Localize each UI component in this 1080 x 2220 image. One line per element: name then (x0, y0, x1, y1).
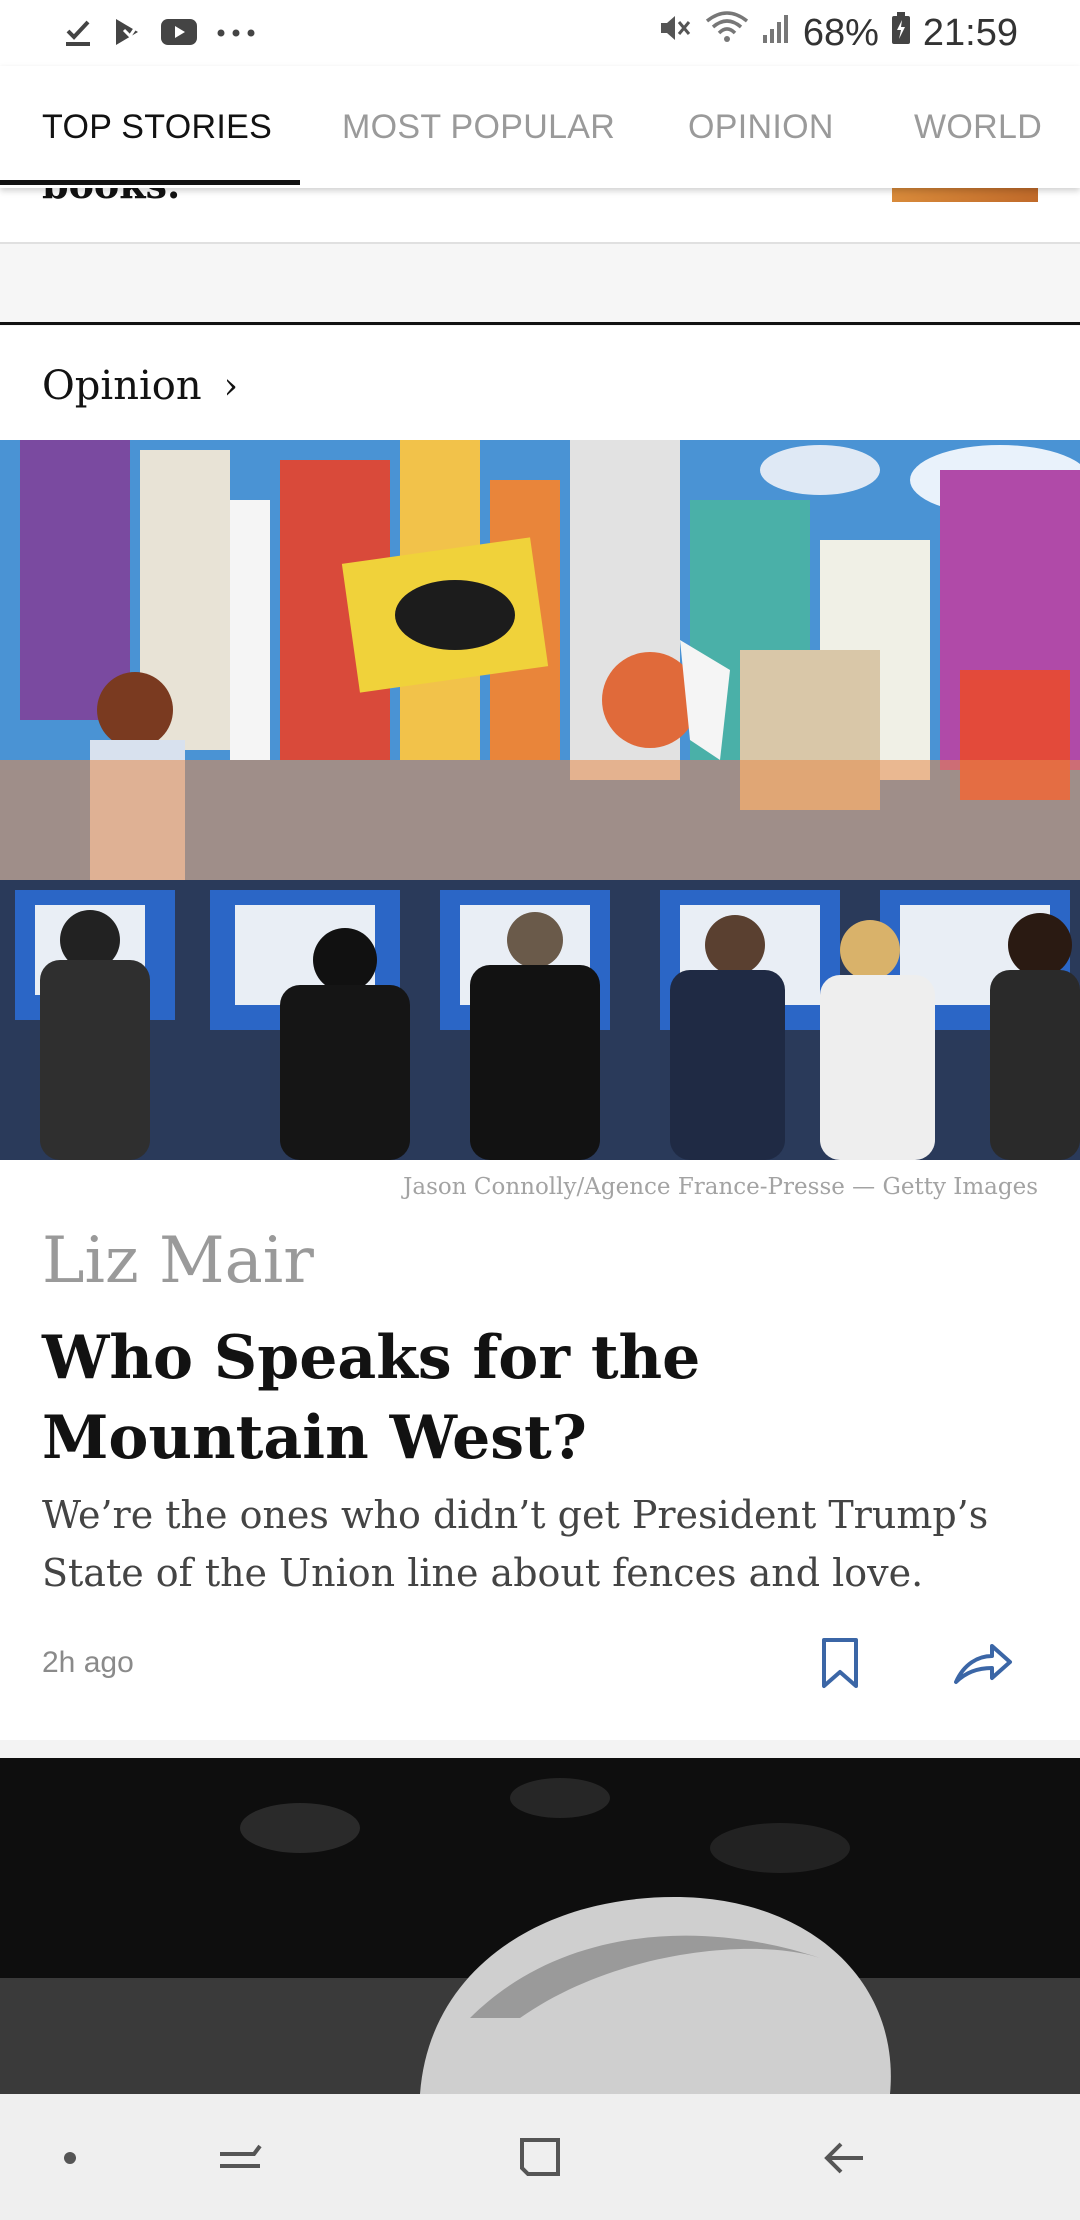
next-article-image[interactable] (0, 1758, 1080, 2094)
nav-dot-button[interactable] (40, 2130, 100, 2186)
section-header-opinion[interactable]: Opinion › (42, 358, 238, 414)
previous-story-text: books. (42, 188, 180, 207)
status-bar: 68% 21:59 (0, 0, 1080, 66)
chevron-right-icon: › (223, 365, 238, 407)
section-title: Opinion (42, 363, 202, 409)
tab-world[interactable]: WORLD (914, 108, 1042, 147)
section-tabs: TOP STORIES MOST POPULAR OPINION WORLD (0, 66, 1080, 188)
battery-icon (891, 11, 911, 55)
home-button[interactable] (510, 2130, 570, 2186)
status-left-icons (62, 14, 256, 54)
bookmark-button[interactable] (818, 1636, 862, 1692)
next-article-photo-illustration (0, 1758, 1080, 2094)
author-byline: Liz Mair (42, 1224, 314, 1298)
status-right: 68% 21:59 (657, 10, 1018, 56)
share-icon (954, 1644, 1012, 1684)
active-tab-indicator (0, 180, 300, 185)
signal-icon (761, 11, 791, 55)
article-headline[interactable]: Who Speaks for the Mountain West? (42, 1318, 1032, 1478)
back-button[interactable] (815, 2130, 875, 2186)
article-timestamp: 2h ago (42, 1646, 134, 1679)
download-done-icon (62, 16, 94, 53)
home-icon (520, 2138, 560, 2176)
section-rule (0, 322, 1080, 325)
share-button[interactable] (952, 1636, 1014, 1692)
wifi-icon (705, 11, 749, 55)
section-spacer (0, 242, 1080, 326)
tab-top-stories[interactable]: TOP STORIES (42, 108, 272, 147)
youtube-icon (160, 17, 198, 52)
article-summary[interactable]: We’re the ones who didn’t get President … (42, 1486, 1042, 1602)
play-store-icon (112, 16, 142, 53)
dot-icon (64, 2152, 76, 2164)
tab-opinion[interactable]: OPINION (688, 108, 834, 147)
more-dots-icon (216, 25, 256, 43)
article-image[interactable] (0, 440, 1080, 1160)
bookmark-icon (822, 1638, 858, 1688)
back-icon (824, 2142, 863, 2174)
recents-icon (220, 2144, 262, 2168)
previous-story-card[interactable]: books. (0, 188, 1080, 242)
recents-button[interactable] (210, 2130, 270, 2186)
card-divider (0, 1740, 1080, 1758)
previous-story-thumbnail (892, 188, 1038, 202)
photo-credit: Jason Connolly/Agence France-Presse — Ge… (403, 1174, 1038, 1200)
mute-icon (657, 11, 693, 55)
tab-most-popular[interactable]: MOST POPULAR (342, 108, 615, 147)
article-photo-illustration (0, 440, 1080, 1160)
battery-percent: 68% (802, 11, 879, 54)
clock: 21:59 (922, 11, 1018, 54)
system-nav-bar (0, 2094, 1080, 2220)
